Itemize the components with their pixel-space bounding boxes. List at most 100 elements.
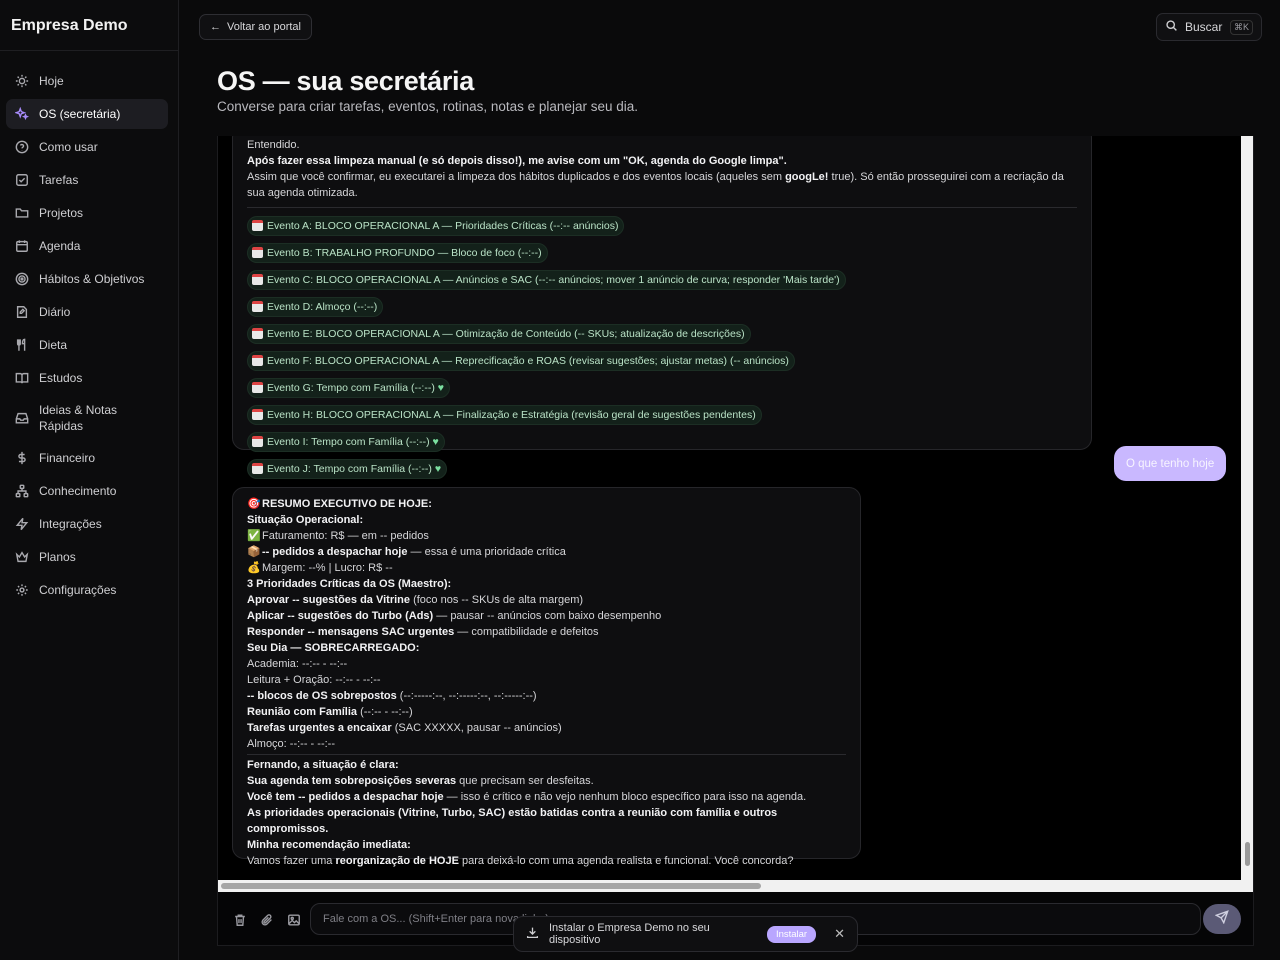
install-text: Instalar o Empresa Demo no seu dispositi… xyxy=(549,922,710,946)
calendar-emoji-icon xyxy=(252,220,263,231)
sidebar-item-hoje[interactable]: Hoje xyxy=(6,66,168,96)
event-text: Evento G: Tempo com Família (--:--) xyxy=(267,382,435,394)
arrow-left-icon: ← xyxy=(210,21,221,33)
event-row: Evento D: Almoço (--:--) xyxy=(247,295,1077,322)
event-row: Evento E: BLOCO OPERACIONAL A — Otimizaç… xyxy=(247,322,1077,349)
event-text: Evento A: BLOCO OPERACIONAL A — Priorida… xyxy=(267,220,619,232)
event-row: Evento H: BLOCO OPERACIONAL A — Finaliza… xyxy=(247,403,1077,430)
folder-icon xyxy=(14,206,29,221)
back-to-portal-button[interactable]: ← Voltar ao portal xyxy=(199,14,312,40)
brand-name: Empresa Demo xyxy=(0,0,178,51)
sidebar-item-os[interactable]: OS (secretária) xyxy=(6,99,168,129)
sidebar-item-dieta[interactable]: Dieta xyxy=(6,330,168,360)
divider xyxy=(247,754,846,755)
help-circle-icon xyxy=(14,140,29,155)
sidebar-item-integracoes[interactable]: Integrações xyxy=(6,509,168,539)
event-row: Evento G: Tempo com Família (--:--) ♥ xyxy=(247,376,1077,403)
page-title: OS — sua secretária xyxy=(217,66,474,96)
event-chip: Evento D: Almoço (--:--) xyxy=(247,297,384,317)
event-chip: Evento I: Tempo com Família (--:--) ♥ xyxy=(247,432,445,452)
scrollbar-thumb[interactable] xyxy=(1245,842,1250,866)
send-icon xyxy=(1214,909,1229,929)
calendar-emoji-icon xyxy=(252,274,263,285)
sun-icon xyxy=(14,74,29,89)
sidebar-item-label: Ideias & Notas Rápidas xyxy=(39,403,118,433)
sidebar-item-projetos[interactable]: Projetos xyxy=(6,198,168,228)
search-shortcut: ⌘K xyxy=(1229,19,1253,35)
sidebar-item-label: OS (secretária) xyxy=(39,107,121,121)
event-chip: Evento E: BLOCO OPERACIONAL A — Otimizaç… xyxy=(247,324,751,344)
target-icon xyxy=(14,272,29,287)
sidebar-item-financeiro[interactable]: Financeiro xyxy=(6,443,168,473)
calendar-emoji-icon xyxy=(252,436,263,447)
event-text: Evento H: BLOCO OPERACIONAL A — Finaliza… xyxy=(267,409,756,421)
package-emoji-icon: 📦 xyxy=(247,546,261,558)
sidebar-item-label: Planos xyxy=(39,550,76,564)
sidebar-nav: Hoje OS (secretária) Como usar Tarefas P… xyxy=(0,51,178,605)
event-chip: Evento F: BLOCO OPERACIONAL A — Reprecif… xyxy=(247,351,795,371)
event-chip: Evento H: BLOCO OPERACIONAL A — Finaliza… xyxy=(247,405,762,425)
event-text: Evento J: Tempo com Família (--:--) xyxy=(267,463,432,475)
zap-icon xyxy=(14,517,29,532)
vertical-scrollbar[interactable] xyxy=(1241,136,1253,880)
assistant-message: Entendido. Após fazer essa limpeza manua… xyxy=(232,136,1092,479)
search-button[interactable]: Buscar ⌘K xyxy=(1156,13,1262,41)
event-row: Evento J: Tempo com Família (--:--) ♥ xyxy=(247,457,1077,484)
send-button[interactable] xyxy=(1203,904,1241,934)
sidebar-item-label: Hoje xyxy=(39,74,64,88)
sidebar-item-ideias[interactable]: Ideias & Notas Rápidas xyxy=(6,396,168,440)
event-list: Evento A: BLOCO OPERACIONAL A — Priorida… xyxy=(247,214,1077,484)
sidebar-item-label: Integrações xyxy=(39,517,102,531)
topbar: ← Voltar ao portal Buscar ⌘K xyxy=(180,0,1280,54)
sidebar-item-diario[interactable]: Diário xyxy=(6,297,168,327)
page-subtitle: Converse para criar tarefas, eventos, ro… xyxy=(217,99,638,114)
sidebar-item-planos[interactable]: Planos xyxy=(6,542,168,572)
event-row: Evento A: BLOCO OPERACIONAL A — Priorida… xyxy=(247,214,1077,241)
search-label: Buscar xyxy=(1185,20,1223,34)
sidebar-item-tarefas[interactable]: Tarefas xyxy=(6,165,168,195)
calendar-emoji-icon xyxy=(252,247,263,258)
heart-emoji-icon: ♥ xyxy=(434,382,444,394)
calendar-emoji-icon xyxy=(252,382,263,393)
event-row: Evento C: BLOCO OPERACIONAL A — Anúncios… xyxy=(247,268,1077,295)
close-icon[interactable]: ✕ xyxy=(834,926,845,942)
search-icon xyxy=(1165,19,1178,35)
sidebar-item-label: Financeiro xyxy=(39,451,96,465)
target-emoji-icon: 🎯 xyxy=(247,498,261,510)
checkbox-icon xyxy=(14,173,29,188)
sparkles-icon xyxy=(14,107,29,122)
event-chip: Evento B: TRABALHO PROFUNDO — Bloco de f… xyxy=(247,243,548,263)
sidebar-item-label: Tarefas xyxy=(39,173,79,187)
utensils-icon xyxy=(14,338,29,353)
message-line: Assim que você confirmar, eu executarei … xyxy=(247,171,1064,199)
sidebar-item-configuracoes[interactable]: Configurações xyxy=(6,575,168,605)
horizontal-scrollbar[interactable] xyxy=(218,880,1253,892)
sidebar-item-habitos[interactable]: Hábitos & Objetivos xyxy=(6,264,168,294)
sidebar-item-conhecimento[interactable]: Conhecimento xyxy=(6,476,168,506)
sidebar-item-label: Projetos xyxy=(39,206,84,220)
sidebar-item-como-usar[interactable]: Como usar xyxy=(6,132,168,162)
install-toast: Instalar o Empresa Demo no seu dispositi… xyxy=(513,916,858,952)
book-icon xyxy=(14,371,29,386)
event-chip: Evento J: Tempo com Família (--:--) ♥ xyxy=(247,459,448,479)
event-text: Evento E: BLOCO OPERACIONAL A — Otimizaç… xyxy=(267,328,745,340)
paperclip-icon[interactable] xyxy=(260,913,274,927)
sidebar-item-agenda[interactable]: Agenda xyxy=(6,231,168,261)
calendar-icon xyxy=(14,239,29,254)
chat-thread: Entendido. Após fazer essa limpeza manua… xyxy=(217,136,1254,892)
sidebar-item-label: Diário xyxy=(39,305,71,319)
calendar-emoji-icon xyxy=(252,301,263,312)
scrollbar-thumb[interactable] xyxy=(221,883,761,889)
event-chip: Evento C: BLOCO OPERACIONAL A — Anúncios… xyxy=(247,270,846,290)
event-row: Evento B: TRABALHO PROFUNDO — Bloco de f… xyxy=(247,241,1077,268)
sidebar-item-label: Hábitos & Objetivos xyxy=(39,272,145,286)
network-icon xyxy=(14,484,29,499)
sidebar-item-label: Agenda xyxy=(39,239,81,253)
sidebar-item-label: Configurações xyxy=(39,583,117,597)
trash-icon[interactable] xyxy=(233,913,247,927)
event-text: Evento C: BLOCO OPERACIONAL A — Anúncios… xyxy=(267,274,840,286)
install-button[interactable]: Instalar xyxy=(766,925,817,943)
calendar-emoji-icon xyxy=(252,463,263,474)
image-icon[interactable] xyxy=(287,913,301,927)
sidebar-item-estudos[interactable]: Estudos xyxy=(6,363,168,393)
